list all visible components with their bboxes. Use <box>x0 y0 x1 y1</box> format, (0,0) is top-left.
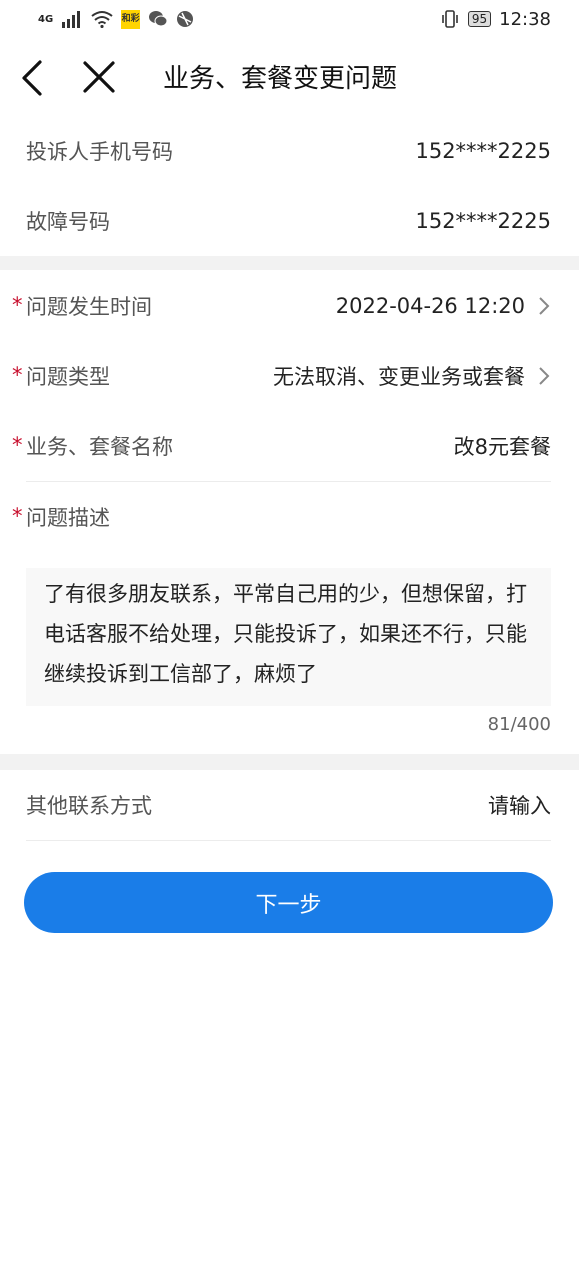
char-counter: 81/400 <box>487 714 551 735</box>
issue-time-label: 问题发生时间 <box>26 295 152 319</box>
required-mark: * <box>12 504 23 528</box>
close-icon[interactable] <box>82 60 116 94</box>
fault-number-value: 152****2225 <box>415 209 551 233</box>
nav-header: 业务、套餐变更问题 <box>0 38 579 116</box>
issue-time-value: 2022-04-26 12:20 <box>335 294 525 318</box>
other-contact-input[interactable]: 请输入 <box>488 790 551 820</box>
plan-name-value[interactable]: 改8元套餐 <box>454 431 551 461</box>
other-contact-label: 其他联系方式 <box>26 794 152 818</box>
signal-icon <box>62 11 81 28</box>
plan-name-row[interactable]: * 业务、套餐名称 改8元套餐 <box>12 431 551 461</box>
issue-type-value: 无法取消、变更业务或套餐 <box>273 365 525 389</box>
required-mark: * <box>12 433 23 457</box>
app-notification-icon: 和彩 <box>121 9 141 29</box>
complainant-phone-row: 投诉人手机号码 152****2225 <box>26 136 551 166</box>
wechat-icon <box>149 11 168 27</box>
required-mark: * <box>12 363 23 387</box>
network-label: 4G <box>38 13 54 25</box>
complainant-phone-value: 152****2225 <box>415 139 551 163</box>
divider <box>26 481 551 482</box>
battery-indicator: 95 <box>467 11 492 27</box>
other-contact-row: 其他联系方式 请输入 <box>26 790 551 820</box>
issue-type-value-wrap: 无法取消、变更业务或套餐 <box>273 361 551 391</box>
complainant-phone-label: 投诉人手机号码 <box>26 140 173 164</box>
section-gap <box>0 754 579 770</box>
browser-icon <box>177 11 194 27</box>
next-step-button[interactable]: 下一步 <box>24 872 553 933</box>
description-label: 问题描述 <box>26 506 110 530</box>
divider <box>26 840 551 841</box>
clock: 12:38 <box>499 8 551 30</box>
issue-time-value-wrap: 2022-04-26 12:20 <box>336 294 551 318</box>
issue-time-row[interactable]: * 问题发生时间 2022-04-26 12:20 <box>12 291 551 321</box>
description-label-row: * 问题描述 <box>12 502 551 532</box>
status-right: 95 12:38 <box>440 9 551 30</box>
wifi-icon <box>91 11 113 28</box>
page-title: 业务、套餐变更问题 <box>163 64 398 94</box>
required-mark: * <box>12 293 23 317</box>
plan-name-label: 业务、套餐名称 <box>26 435 173 459</box>
status-left: 4G 和彩 <box>38 9 194 29</box>
section-gap <box>0 256 579 270</box>
issue-type-row[interactable]: * 问题类型 无法取消、变更业务或套餐 <box>12 361 551 391</box>
status-bar: 4G 和彩 95 12:38 <box>0 0 579 38</box>
issue-type-label: 问题类型 <box>26 365 110 389</box>
chevron-right-icon <box>539 297 550 315</box>
fault-number-row: 故障号码 152****2225 <box>26 206 551 236</box>
vibrate-icon <box>442 10 458 28</box>
fault-number-label: 故障号码 <box>26 210 110 234</box>
description-textarea[interactable]: 了有很多朋友联系，平常自己用的少，但想保留，打电话客服不给处理，只能投诉了，如果… <box>26 568 551 706</box>
back-arrow-icon[interactable] <box>18 58 46 98</box>
chevron-right-icon <box>539 367 550 385</box>
